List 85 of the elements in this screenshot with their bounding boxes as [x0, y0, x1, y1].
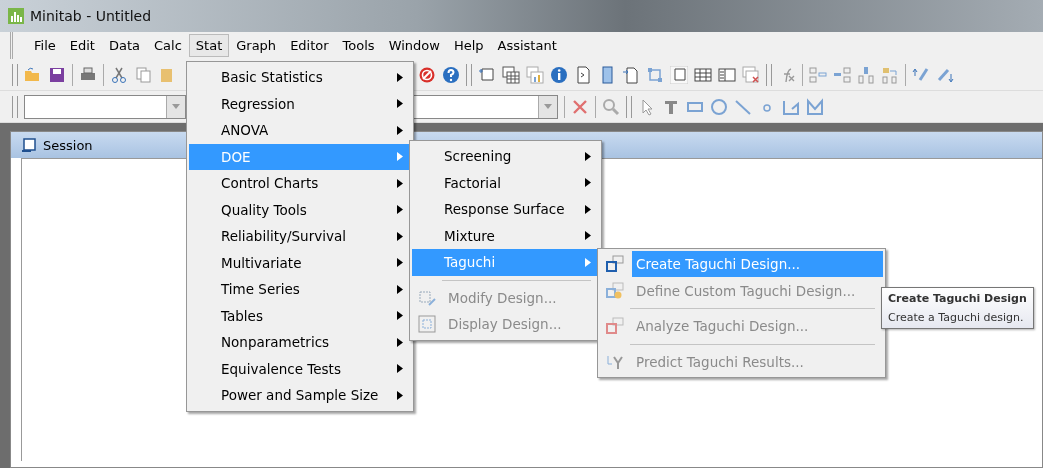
select-frame-icon[interactable]: [646, 65, 664, 84]
align-icon[interactable]: [857, 65, 875, 84]
submenu-arrow-icon: [585, 231, 591, 241]
cut-icon[interactable]: [110, 65, 128, 84]
submenu-arrow-icon: [397, 178, 403, 188]
menu-item[interactable]: Multivariate: [189, 249, 411, 276]
submenu-arrow-icon: [397, 125, 403, 135]
graphs-icon[interactable]: [526, 65, 544, 84]
display-icon: [417, 315, 437, 334]
submenu-arrow-icon: [397, 311, 403, 321]
line-icon[interactable]: [734, 97, 752, 116]
open-folder-icon[interactable]: [24, 65, 42, 84]
stop-icon[interactable]: [418, 65, 436, 84]
menu-bar-item[interactable]: Editor: [283, 34, 336, 57]
session-icon: [21, 137, 37, 153]
menu-item[interactable]: Equivalence Tests: [189, 355, 411, 382]
circle-icon[interactable]: [710, 97, 728, 116]
menu-item[interactable]: Reliability/Survival: [189, 223, 411, 250]
combo-box[interactable]: [24, 94, 186, 119]
new-page-icon[interactable]: [622, 65, 640, 84]
menu-item[interactable]: Basic Statistics: [189, 64, 411, 91]
menu-bar-item[interactable]: Assistant: [490, 34, 564, 57]
menu-item[interactable]: Time Series: [189, 276, 411, 303]
menu-item[interactable]: Mixture: [412, 222, 599, 249]
menu-item[interactable]: Nonparametrics: [189, 329, 411, 356]
command-line-icon[interactable]: [574, 65, 592, 84]
menu-bar-item[interactable]: Tools: [335, 34, 382, 57]
menu-item[interactable]: Quality Tools: [189, 196, 411, 223]
search-icon[interactable]: [602, 97, 620, 116]
menu-item[interactable]: Regression: [189, 90, 411, 117]
table-icon[interactable]: [694, 65, 712, 84]
session-icon[interactable]: [478, 65, 496, 84]
menu-item[interactable]: Factorial: [412, 169, 599, 196]
menu-bar-item[interactable]: Edit: [62, 34, 102, 57]
submenu-arrow-icon: [397, 258, 403, 268]
menu-bar-item[interactable]: Data: [101, 34, 147, 57]
window-title: Minitab - Untitled: [30, 8, 152, 24]
submenu-arrow-icon: [397, 231, 403, 241]
submenu-arrow-icon: [397, 152, 403, 162]
worksheets-icon[interactable]: [502, 65, 520, 84]
menu-bar-item[interactable]: Help: [446, 34, 491, 57]
align-icon[interactable]: [833, 65, 851, 84]
modify-icon: [417, 288, 437, 307]
menu-bar-item[interactable]: File: [27, 34, 63, 57]
submenu-arrow-icon: [397, 364, 403, 374]
design-icon: [605, 255, 625, 274]
menu-bar-item[interactable]: Calc: [147, 34, 189, 57]
submenu-arrow-icon: [397, 337, 403, 347]
dropdown-arrow-icon: [172, 104, 180, 109]
submenu-arrow-icon: [397, 390, 403, 400]
menu-item[interactable]: Tables: [189, 302, 411, 329]
gear-design-icon: [605, 281, 625, 300]
panel-icon[interactable]: [718, 65, 736, 84]
submenu-arrow-icon: [585, 151, 591, 161]
copy-icon[interactable]: [134, 65, 152, 84]
polygon-icon[interactable]: [806, 97, 824, 116]
menu-item[interactable]: ANOVA: [189, 117, 411, 144]
save-icon[interactable]: [48, 65, 66, 84]
submenu-arrow-icon: [397, 99, 403, 109]
submenu-arrow-icon: [397, 284, 403, 294]
menu-item[interactable]: Power and Sample Size: [189, 382, 411, 409]
tooltip-text: Create a Taguchi design.: [888, 311, 1025, 324]
dropdown-arrow-icon: [544, 104, 552, 109]
menu-bar-item[interactable]: Window: [381, 34, 447, 57]
close-windows-icon[interactable]: [742, 65, 760, 84]
menu-bar-item[interactable]: Graph: [229, 34, 284, 57]
submenu-arrow-icon: [585, 257, 591, 267]
help-icon[interactable]: [442, 65, 460, 84]
session-icon[interactable]: [670, 65, 688, 84]
close-icon[interactable]: [571, 97, 589, 116]
design-icon: [605, 317, 625, 336]
submenu-arrow-icon: [585, 204, 591, 214]
menu-item[interactable]: Control Charts: [189, 170, 411, 197]
tooltip-title: Create Taguchi Design: [888, 292, 1027, 305]
session-title: Session: [43, 137, 93, 153]
align-icon[interactable]: [809, 65, 827, 84]
info-icon[interactable]: [550, 65, 568, 84]
menu-item[interactable]: Screening: [412, 143, 599, 170]
submenu-arrow-icon: [397, 72, 403, 82]
menu-item[interactable]: Response Surface: [412, 196, 599, 223]
submenu-arrow-icon: [397, 205, 403, 215]
swap-icon[interactable]: [881, 65, 899, 84]
bar-chart-icon: [8, 8, 24, 24]
submenu-arrow-icon: [585, 178, 591, 188]
menu-bar-item[interactable]: Stat: [188, 34, 230, 57]
